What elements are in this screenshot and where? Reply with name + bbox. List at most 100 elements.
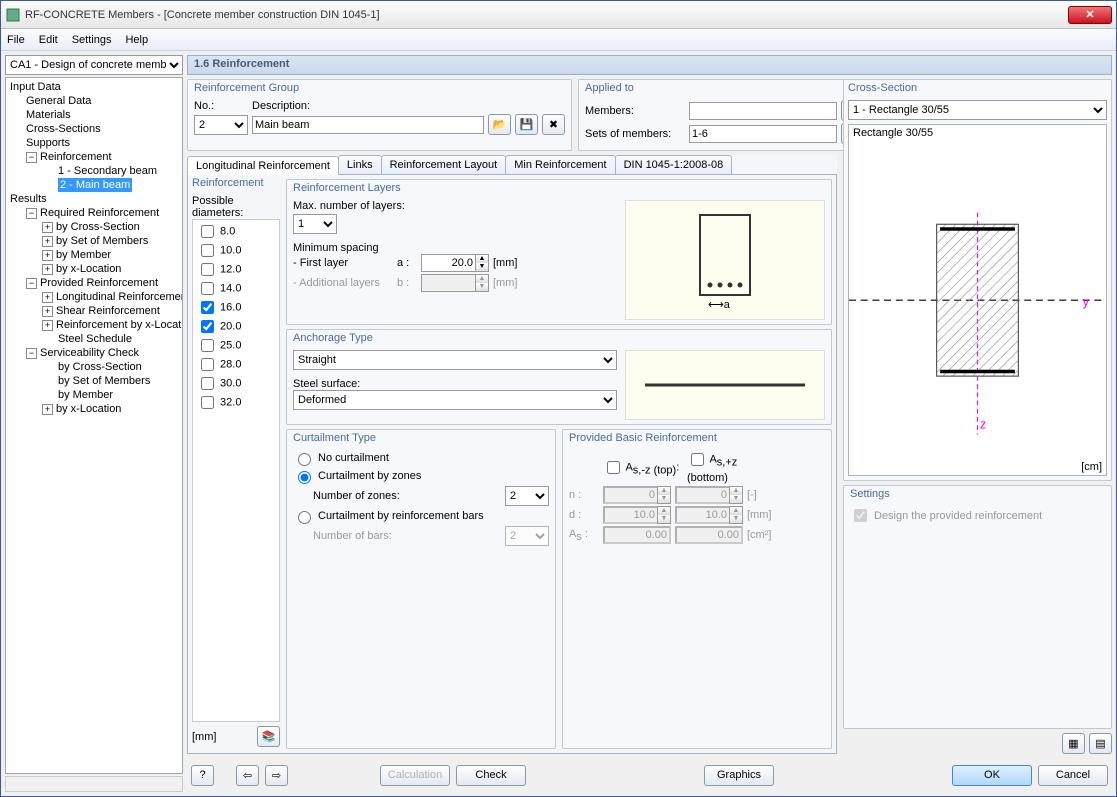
- help-icon[interactable]: ?: [191, 765, 214, 786]
- diam-30.0[interactable]: 30.0: [197, 374, 275, 393]
- tree-input-data[interactable]: Input Data: [6, 80, 182, 94]
- tree-prov-long[interactable]: +Longitudinal Reinforcement: [6, 290, 182, 304]
- delete-icon[interactable]: ✖: [542, 114, 565, 135]
- tree-secondary-beam[interactable]: 1 - Secondary beam: [6, 164, 182, 178]
- tree-steel-schedule[interactable]: Steel Schedule: [6, 332, 182, 346]
- tree-results[interactable]: Results: [6, 192, 182, 206]
- tree-prov-x[interactable]: +Reinforcement by x-Location: [6, 318, 182, 332]
- diam-10.0[interactable]: 10.0: [197, 241, 275, 260]
- sets-input[interactable]: [689, 125, 837, 143]
- close-button[interactable]: ✕: [1068, 6, 1112, 24]
- tab-links[interactable]: Links: [338, 155, 382, 174]
- collapse-icon[interactable]: −: [26, 348, 37, 359]
- tab-min[interactable]: Min Reinforcement: [505, 155, 615, 174]
- diam-28.0[interactable]: 28.0: [197, 355, 275, 374]
- tab-din[interactable]: DIN 1045-1:2008-08: [615, 155, 733, 174]
- next-icon[interactable]: ⇨: [265, 765, 288, 786]
- bot-checkbox[interactable]: [691, 453, 704, 466]
- expand-icon[interactable]: +: [42, 292, 53, 303]
- max-label: Max. number of layers:: [293, 200, 617, 212]
- cancel-button[interactable]: Cancel: [1038, 765, 1108, 786]
- check-button[interactable]: Check: [456, 765, 526, 786]
- expand-icon[interactable]: +: [42, 404, 53, 415]
- view-icon-1[interactable]: ▦: [1062, 733, 1085, 754]
- first-spacing-input[interactable]: ▲▼: [421, 254, 489, 272]
- diam-16.0[interactable]: 16.0: [197, 298, 275, 317]
- tree-req-cs[interactable]: +by Cross-Section: [6, 220, 182, 234]
- expand-icon[interactable]: +: [42, 320, 53, 331]
- tree-serviceability[interactable]: −Serviceability Check: [6, 346, 182, 360]
- tree-req-set[interactable]: +by Set of Members: [6, 234, 182, 248]
- tree-main-beam[interactable]: 2 - Main beam: [58, 178, 132, 192]
- tree-general[interactable]: General Data: [6, 94, 182, 108]
- collapse-icon[interactable]: −: [26, 152, 37, 163]
- tree-provided[interactable]: −Provided Reinforcement: [6, 276, 182, 290]
- top-checkbox[interactable]: [607, 461, 620, 474]
- add-spacing-input: ▲▼: [421, 274, 489, 292]
- tree-materials[interactable]: Materials: [6, 108, 182, 122]
- expand-icon[interactable]: +: [42, 222, 53, 233]
- menu-settings[interactable]: Settings: [72, 34, 112, 46]
- nzones-select[interactable]: 2: [505, 486, 549, 506]
- radio-zones[interactable]: [298, 471, 311, 484]
- tree-serv-cs[interactable]: by Cross-Section: [6, 360, 182, 374]
- add-layer-label: - Additional layers: [293, 277, 393, 289]
- tree-serv-x[interactable]: +by x-Location: [6, 402, 182, 416]
- cs-unit: [cm]: [849, 459, 1106, 475]
- tree-required[interactable]: −Required Reinforcement: [6, 206, 182, 220]
- folder-open-icon[interactable]: 📂: [488, 114, 511, 135]
- expand-icon[interactable]: +: [42, 250, 53, 261]
- diam-12.0[interactable]: 12.0: [197, 260, 275, 279]
- expand-icon[interactable]: +: [42, 306, 53, 317]
- tree-prov-shear[interactable]: +Shear Reinforcement: [6, 304, 182, 318]
- cross-section-group: Cross-Section 1 - Rectangle 30/55 Rectan…: [843, 79, 1112, 481]
- layers-group: Reinforcement Layers Max. number of laye…: [286, 179, 832, 325]
- nzones-label: Number of zones:: [313, 490, 501, 502]
- radio-bars[interactable]: [298, 511, 311, 524]
- case-select[interactable]: CA1 - Design of concrete memb: [5, 55, 183, 75]
- library-icon[interactable]: 📚: [257, 726, 280, 747]
- no-select[interactable]: 2: [194, 115, 248, 135]
- surface-select[interactable]: Deformed: [293, 390, 617, 410]
- tree-req-x[interactable]: +by x-Location: [6, 262, 182, 276]
- expand-icon[interactable]: +: [42, 264, 53, 275]
- tab-longitudinal[interactable]: Longitudinal Reinforcement: [187, 156, 339, 175]
- view-icon-2[interactable]: ▤: [1089, 733, 1112, 754]
- tab-layout[interactable]: Reinforcement Layout: [381, 155, 507, 174]
- collapse-icon[interactable]: −: [26, 278, 37, 289]
- menu-file[interactable]: File: [7, 34, 25, 46]
- tree-cross-sections[interactable]: Cross-Sections: [6, 122, 182, 136]
- h-scrollbar[interactable]: [5, 776, 183, 792]
- members-input[interactable]: [689, 102, 837, 120]
- svg-text:⟷a: ⟷a: [708, 299, 731, 310]
- prev-icon[interactable]: ⇦: [236, 765, 259, 786]
- diam-8.0[interactable]: 8.0: [197, 222, 275, 241]
- tree-serv-member[interactable]: by Member: [6, 388, 182, 402]
- desc-input[interactable]: [252, 116, 484, 134]
- cross-section-select[interactable]: 1 - Rectangle 30/55: [848, 100, 1107, 120]
- calculation-button[interactable]: Calculation: [380, 765, 450, 786]
- anchorage-type-select[interactable]: Straight: [293, 350, 617, 370]
- members-label: Members:: [585, 105, 685, 117]
- tree-reinforcement[interactable]: −Reinforcement: [6, 150, 182, 164]
- tree-serv-set[interactable]: by Set of Members: [6, 374, 182, 388]
- diam-20.0[interactable]: 20.0: [197, 317, 275, 336]
- diameter-list: 8.0 10.0 12.0 14.0 16.0 20.0 25.0 28.0 3…: [192, 219, 280, 722]
- diam-32.0[interactable]: 32.0: [197, 393, 275, 412]
- collapse-icon[interactable]: −: [26, 208, 37, 219]
- design-checkbox: [854, 509, 867, 522]
- radio-no-curtail[interactable]: [298, 453, 311, 466]
- tree-req-member[interactable]: +by Member: [6, 248, 182, 262]
- first-layer-label: - First layer: [293, 257, 393, 269]
- tree-supports[interactable]: Supports: [6, 136, 182, 150]
- ok-button[interactable]: OK: [952, 765, 1032, 786]
- menu-edit[interactable]: Edit: [39, 34, 58, 46]
- menu-help[interactable]: Help: [125, 34, 148, 46]
- expand-icon[interactable]: +: [42, 236, 53, 247]
- diam-14.0[interactable]: 14.0: [197, 279, 275, 298]
- diam-25.0[interactable]: 25.0: [197, 336, 275, 355]
- graphics-button[interactable]: Graphics: [704, 765, 774, 786]
- nav-tree[interactable]: Input Data General Data Materials Cross-…: [5, 77, 183, 774]
- max-layers-select[interactable]: 1: [293, 214, 337, 234]
- save-icon[interactable]: 💾: [515, 114, 538, 135]
